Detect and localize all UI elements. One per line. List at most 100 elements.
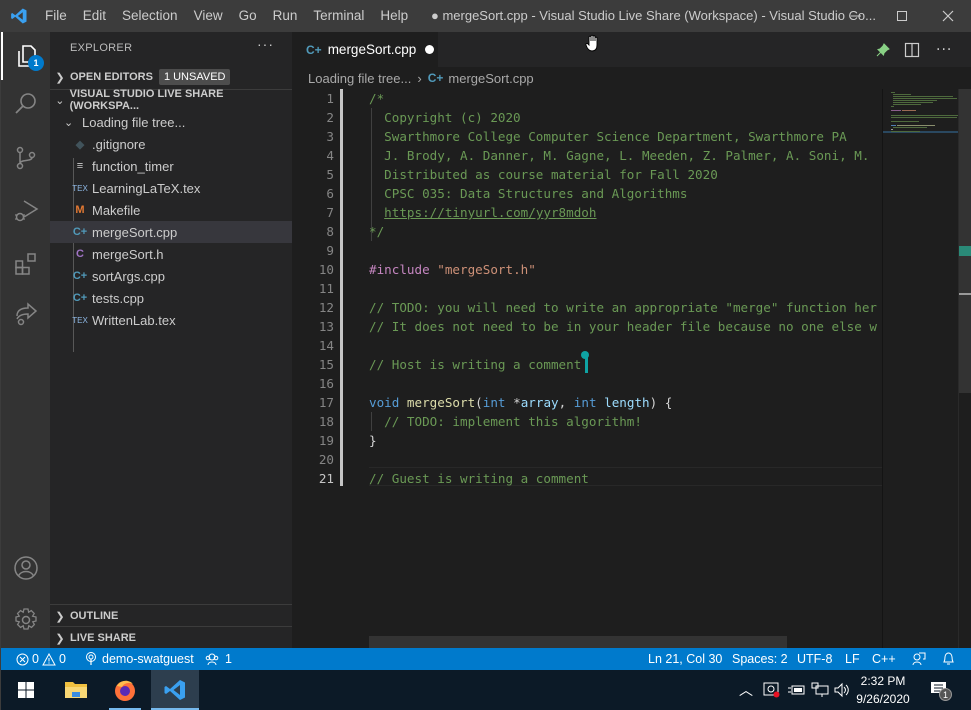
- live-share-user: demo-swatguest: [102, 652, 194, 666]
- code-line: Swarthmore College Computer Science Depa…: [369, 127, 847, 146]
- minimize-button[interactable]: [833, 0, 879, 32]
- breadcrumb-file[interactable]: mergeSort.cpp: [448, 71, 533, 86]
- action-center-button[interactable]: 1: [925, 670, 955, 710]
- notifications-button[interactable]: [942, 648, 955, 670]
- menu-run[interactable]: Run: [265, 0, 306, 32]
- code-line: // It does not need to be in your header…: [369, 317, 877, 336]
- sidebar-more-button[interactable]: ···: [257, 36, 274, 52]
- start-button[interactable]: [1, 670, 51, 710]
- activity-search[interactable]: [1, 80, 50, 128]
- code-editor[interactable]: 1 /* 2 Copyright (c) 2020 3 Swarthmore Coll…: [292, 89, 882, 648]
- code-token: #include: [369, 262, 438, 277]
- taskbar-vscode[interactable]: [151, 670, 199, 710]
- outline-section[interactable]: ❯ OUTLINE: [50, 605, 292, 627]
- file-gitignore[interactable]: ◆ .gitignore: [50, 133, 292, 155]
- minimap-preview: [883, 92, 959, 133]
- activity-extensions[interactable]: [1, 240, 50, 288]
- file-tests-cpp[interactable]: C+ tests.cpp: [50, 287, 292, 309]
- activity-source-control[interactable]: [1, 134, 50, 182]
- chevron-right-icon: ❯: [55, 71, 65, 84]
- tray-volume[interactable]: [831, 670, 853, 710]
- file-mergesort-cpp[interactable]: C+ mergeSort.cpp: [50, 221, 292, 243]
- line-number: 2: [326, 110, 334, 125]
- horizontal-scrollbar[interactable]: [369, 636, 787, 648]
- line-number: 9: [326, 243, 334, 258]
- cpp-icon: C+: [72, 292, 88, 304]
- live-share-session[interactable]: demo-swatguest: [85, 648, 194, 670]
- unsaved-dot-icon[interactable]: [425, 45, 435, 54]
- line-number: 1: [326, 91, 334, 106]
- error-icon: [16, 653, 29, 665]
- menu-terminal[interactable]: Terminal: [305, 0, 372, 32]
- folder-label: Loading file tree...: [82, 114, 186, 130]
- system-clock[interactable]: 2:32 PM 9/26/2020: [851, 672, 915, 708]
- close-button[interactable]: [925, 0, 971, 32]
- feedback-button[interactable]: [912, 648, 926, 670]
- pin-button[interactable]: [876, 32, 890, 67]
- tray-battery[interactable]: [785, 670, 807, 710]
- code-link[interactable]: https://tinyurl.com/yyr8mdoh: [384, 205, 596, 220]
- activity-live-share[interactable]: [1, 290, 50, 338]
- file-mergesort-h[interactable]: CmergeSort.h: [50, 243, 292, 265]
- firefox-icon: [115, 680, 135, 701]
- folder-loading-file-tree[interactable]: ⌄ Loading file tree...: [50, 111, 292, 133]
- code-line: // Host is writing a comment: [369, 355, 581, 374]
- menu-edit[interactable]: Edit: [75, 0, 114, 32]
- taskbar-firefox[interactable]: [101, 670, 149, 710]
- vscode-logo-icon: [1, 0, 37, 32]
- menu-go[interactable]: Go: [231, 0, 265, 32]
- end-of-line[interactable]: LF: [845, 648, 860, 670]
- file-makefile[interactable]: M Makefile: [50, 199, 292, 221]
- encoding[interactable]: UTF-8: [797, 648, 832, 670]
- scrollbar-thumb[interactable]: [959, 89, 971, 393]
- show-hidden-icons-button[interactable]: ︿: [735, 670, 757, 710]
- menu-help[interactable]: Help: [372, 0, 416, 32]
- more-actions-button[interactable]: ···: [936, 32, 952, 67]
- file-learninglatex-tex[interactable]: TEX LearningLaTeX.tex: [50, 177, 292, 199]
- pin-icon: [876, 42, 890, 56]
- line-number: 8: [326, 224, 334, 239]
- tray-remote-app[interactable]: [761, 670, 783, 710]
- file-writtenlab-tex[interactable]: TEX WrittenLab.tex: [50, 309, 292, 331]
- language-mode[interactable]: C++: [872, 648, 896, 670]
- menu-file[interactable]: File: [37, 0, 75, 32]
- maximize-button[interactable]: [879, 0, 925, 32]
- split-editor-button[interactable]: [904, 32, 920, 67]
- tab-mergesort-cpp[interactable]: C+ mergeSort.cpp: [292, 32, 438, 67]
- sidebar-title: EXPLORER: [70, 42, 133, 54]
- code-line: https://tinyurl.com/yyr8mdoh: [369, 203, 596, 222]
- code-line: */: [369, 222, 384, 241]
- code-token: // TODO: implement this algorithm!: [369, 414, 642, 429]
- taskbar-file-explorer[interactable]: [51, 670, 101, 710]
- line-number: 20: [318, 452, 334, 467]
- c-header-icon: C: [76, 248, 84, 260]
- activity-manage[interactable]: [1, 596, 50, 644]
- code-token: int: [482, 395, 514, 410]
- menu-selection[interactable]: Selection: [114, 0, 186, 32]
- cursor-position[interactable]: Ln 21, Col 30: [648, 648, 722, 670]
- activity-accounts[interactable]: [1, 544, 50, 592]
- clock-time: 2:32 PM: [860, 674, 906, 688]
- code-line: J. Brody, A. Danner, M. Gagne, L. Meeden…: [369, 146, 869, 165]
- file-label: tests.cpp: [92, 290, 145, 306]
- text-file-icon: ≡: [76, 160, 84, 172]
- workspace-section[interactable]: ⌄ VISUAL STUDIO LIVE SHARE (WORKSPA...: [50, 88, 292, 112]
- menu-view[interactable]: View: [186, 0, 231, 32]
- problems-indicator[interactable]: 0 0: [16, 648, 66, 670]
- open-editors-section[interactable]: ❯ OPEN EDITORS 1 UNSAVED: [50, 66, 292, 88]
- indentation[interactable]: Spaces: 2: [732, 648, 788, 670]
- code-line: }: [369, 431, 377, 450]
- breadcrumb-folder[interactable]: Loading file tree...: [308, 71, 411, 86]
- file-sortargs-cpp[interactable]: C+ sortArgs.cpp: [50, 265, 292, 287]
- participants-indicator[interactable]: 1: [205, 648, 232, 670]
- open-editors-label: OPEN EDITORS: [70, 71, 153, 83]
- minimap[interactable]: [882, 89, 959, 648]
- tray-network[interactable]: [809, 670, 831, 710]
- line-number: 14: [318, 338, 334, 353]
- activity-explorer[interactable]: 1: [1, 32, 50, 80]
- vertical-scrollbar[interactable]: [958, 89, 971, 648]
- activity-bar: 1: [1, 32, 50, 648]
- activity-run-debug[interactable]: [1, 187, 50, 235]
- file-function-timer[interactable]: ≡ function_timer: [50, 155, 292, 177]
- live-share-section[interactable]: ❯ LIVE SHARE: [50, 627, 292, 649]
